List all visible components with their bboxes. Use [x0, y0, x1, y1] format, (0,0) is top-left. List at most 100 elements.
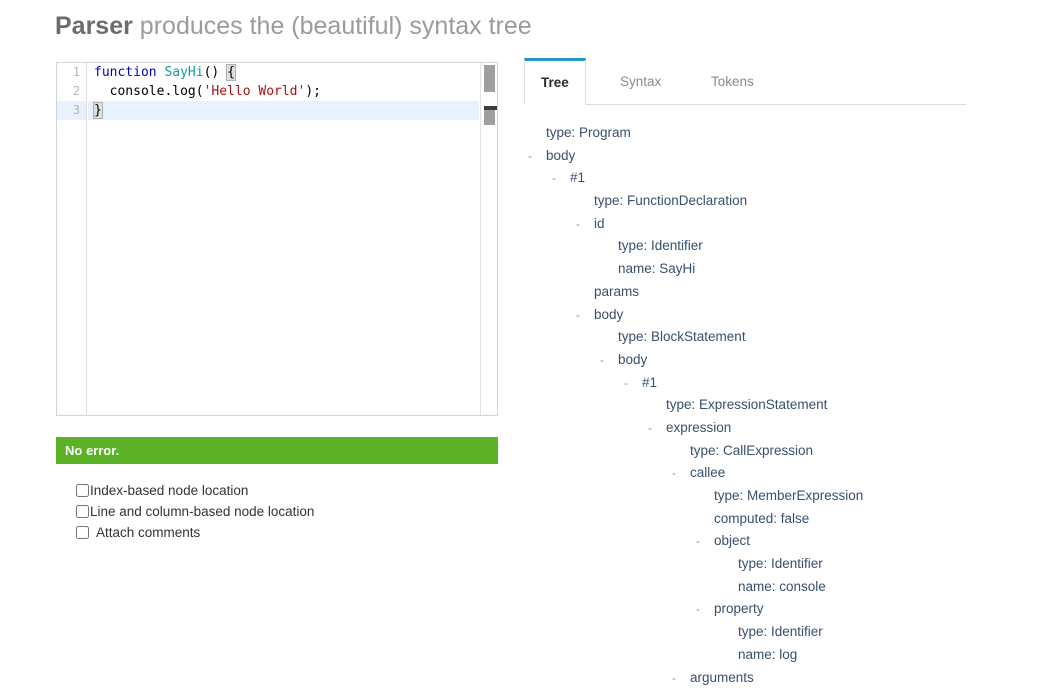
- code-editor[interactable]: 1 2 3 function SayHi() { console.log('Hell…: [56, 62, 498, 416]
- tree-node-label: callee: [690, 465, 726, 481]
- tree-node-label: name: SayHi: [618, 261, 696, 277]
- option-row[interactable]: Index-based node location: [56, 480, 498, 501]
- tree-node-label: body: [546, 147, 576, 163]
- right-panel: Tree Syntax Tokens type: Program - body - #1 ty…: [524, 58, 984, 689]
- tree-node-label: type: Identifier: [738, 624, 823, 640]
- tree-row[interactable]: type: Identifier: [524, 235, 984, 258]
- tree-node-label: params: [594, 283, 640, 299]
- tab-tree[interactable]: Tree: [524, 58, 586, 105]
- tree-node-label: object: [714, 533, 751, 549]
- syntax-tree: type: Program - body - #1 type: FunctionDecla…: [524, 122, 984, 689]
- code-token: {: [226, 64, 236, 81]
- tree-node-label: property: [714, 601, 764, 617]
- tree-row[interactable]: type: Identifier: [524, 553, 984, 576]
- line-number: 1: [72, 65, 80, 79]
- tree-node-label: type: CallExpression: [690, 442, 814, 458]
- tree-node-label: id: [594, 215, 605, 231]
- checkbox-1[interactable]: [76, 505, 89, 518]
- tree-node-label: type: ExpressionStatement: [666, 397, 828, 413]
- collapse-toggle-icon[interactable]: -: [524, 145, 536, 168]
- scrollbar-thumb-upper[interactable]: [484, 65, 495, 92]
- line-number: 2: [72, 84, 80, 98]
- code-token: SayHi: [164, 65, 204, 80]
- collapse-toggle-icon[interactable]: -: [548, 167, 560, 190]
- tree-row[interactable]: - object: [524, 530, 984, 553]
- editor-gutter: 1 2 3: [57, 63, 87, 415]
- tree-row[interactable]: - arguments: [524, 667, 984, 690]
- tree-node-label: #1: [642, 374, 658, 390]
- tree-row[interactable]: type: BlockStatement: [524, 326, 984, 349]
- tree-node-label: type: Identifier: [618, 238, 703, 254]
- option-label: Index-based node location: [90, 483, 249, 498]
- collapse-toggle-icon[interactable]: -: [668, 667, 680, 690]
- page-title-strong: Parser: [55, 12, 133, 40]
- code-token: }: [93, 102, 103, 119]
- code-line[interactable]: function SayHi() {: [88, 63, 479, 82]
- tree-row[interactable]: - expression: [524, 417, 984, 440]
- tree-row[interactable]: - body: [524, 349, 984, 372]
- option-label: Attach comments: [96, 525, 201, 540]
- tree-row[interactable]: name: SayHi: [524, 258, 984, 281]
- option-label: Line and column-based node location: [90, 504, 315, 519]
- tree-row[interactable]: - #1: [524, 372, 984, 395]
- tree-row[interactable]: - body: [524, 145, 984, 168]
- tab-syntax[interactable]: Syntax: [604, 58, 677, 105]
- tree-row[interactable]: type: Identifier: [524, 621, 984, 644]
- tree-row[interactable]: type: ExpressionStatement: [524, 394, 984, 417]
- code-token: console.log(: [94, 84, 204, 99]
- tree-row[interactable]: - body: [524, 304, 984, 327]
- code-token: 'Hello World': [203, 84, 306, 99]
- collapse-toggle-icon[interactable]: -: [572, 304, 584, 327]
- collapse-toggle-icon[interactable]: -: [620, 372, 632, 395]
- tree-row[interactable]: computed: false: [524, 508, 984, 531]
- editor-code-area[interactable]: function SayHi() { console.log('Hello Wo…: [88, 63, 479, 415]
- code-token: function: [94, 65, 157, 80]
- tree-node-label: type: Program: [546, 125, 631, 140]
- page-title-rest: produces the (beautiful) syntax tree: [132, 12, 532, 40]
- option-row[interactable]: Line and column-based node location: [56, 501, 498, 522]
- collapse-toggle-icon[interactable]: -: [644, 417, 656, 440]
- tree-row[interactable]: name: console: [524, 576, 984, 599]
- code-token: );: [305, 84, 321, 99]
- code-line[interactable]: }: [88, 101, 479, 120]
- code-line[interactable]: console.log('Hello World');: [88, 82, 479, 101]
- page-title: Parser produces the (beautiful) syntax t…: [55, 12, 532, 41]
- checkbox-2[interactable]: [76, 526, 89, 539]
- tree-row[interactable]: type: CallExpression: [524, 440, 984, 463]
- tree-row[interactable]: - id: [524, 213, 984, 236]
- collapse-toggle-icon[interactable]: -: [692, 530, 704, 553]
- collapse-toggle-icon[interactable]: -: [692, 598, 704, 621]
- tree-row[interactable]: name: log: [524, 644, 984, 667]
- line-number: 3: [57, 101, 86, 120]
- editor-vertical-scrollbar[interactable]: [480, 63, 497, 415]
- option-row[interactable]: Attach comments: [56, 522, 498, 543]
- tree-node-label: computed: false: [714, 510, 810, 526]
- tree-node-label: type: BlockStatement: [618, 329, 746, 345]
- scrollbar-thumb-lower[interactable]: [484, 110, 495, 125]
- parser-demo-page: Parser produces the (beautiful) syntax t…: [0, 0, 1042, 693]
- checkbox-0[interactable]: [76, 484, 89, 497]
- collapse-toggle-icon[interactable]: -: [572, 213, 584, 236]
- tree-row[interactable]: params: [524, 281, 984, 304]
- tree-row[interactable]: - #1: [524, 167, 984, 190]
- tree-row[interactable]: type: Program: [524, 122, 984, 145]
- tree-node-label: #1: [570, 170, 586, 186]
- tree-node-label: type: MemberExpression: [714, 488, 864, 503]
- tab-bar: Tree Syntax Tokens: [524, 58, 966, 105]
- tree-node-label: body: [594, 306, 624, 322]
- tree-node-label: type: Identifier: [738, 556, 823, 572]
- tree-row[interactable]: - callee: [524, 462, 984, 485]
- collapse-toggle-icon[interactable]: -: [596, 349, 608, 372]
- tree-node-label: name: log: [738, 646, 798, 662]
- collapse-toggle-icon[interactable]: -: [668, 462, 680, 485]
- tree-node-label: expression: [666, 419, 732, 435]
- tree-node-label: arguments: [690, 669, 754, 685]
- tree-row[interactable]: type: FunctionDeclaration: [524, 190, 984, 213]
- tree-node-label: type: FunctionDeclaration: [594, 193, 748, 209]
- options-list: Index-based node location Line and column…: [56, 480, 498, 543]
- tree-node-label: name: console: [738, 578, 826, 594]
- tree-row[interactable]: type: MemberExpression: [524, 485, 984, 508]
- tab-tokens[interactable]: Tokens: [695, 58, 770, 105]
- tree-row[interactable]: - property: [524, 598, 984, 621]
- status-badge: No error.: [56, 437, 498, 464]
